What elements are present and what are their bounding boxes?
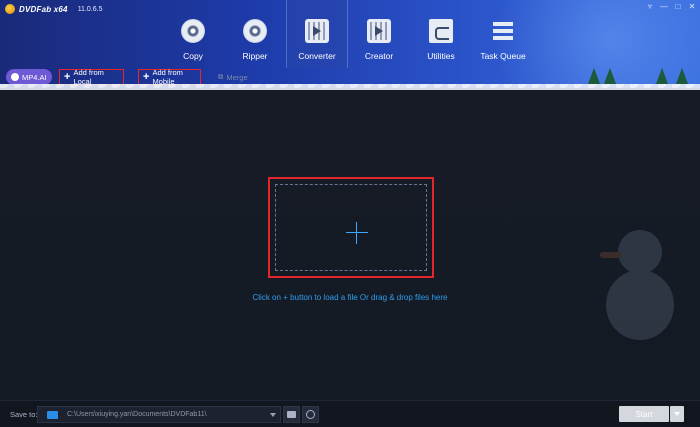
- drop-zone-inner: [275, 184, 427, 271]
- minimize-icon[interactable]: —: [660, 2, 668, 12]
- file-drop-zone[interactable]: [268, 177, 434, 278]
- converter-workspace: Click on + button to load a file Or drag…: [0, 90, 700, 400]
- film-converter-icon: [305, 19, 329, 43]
- dropdown-menu-icon[interactable]: ▿: [646, 2, 654, 12]
- nav-copy[interactable]: Copy: [162, 0, 224, 68]
- add-from-local-button[interactable]: + Add from Local: [59, 68, 124, 86]
- app-logo: DVDFab x64 11.0.6.5: [5, 4, 102, 14]
- merge-icon: ⧉: [218, 72, 224, 81]
- nav-creator[interactable]: Creator: [348, 0, 410, 68]
- main-nav: Copy Ripper Converter Creator Utilities …: [162, 0, 534, 68]
- maximize-icon[interactable]: □: [674, 2, 682, 12]
- nav-utilities-label: Utilities: [427, 51, 455, 61]
- app-version: 11.0.6.5: [77, 5, 103, 13]
- merge-button[interactable]: ⧉ Merge: [214, 69, 252, 85]
- dvdfab-window: DVDFab x64 11.0.6.5 ▿ — □ ✕ Copy Ripper …: [0, 0, 700, 427]
- add-from-mobile-button[interactable]: + Add from Mobile: [138, 68, 201, 86]
- footer-bar: Save to: C:\Users\xiuying.yan\Documents\…: [0, 400, 700, 427]
- add-file-plus-icon[interactable]: [346, 222, 368, 244]
- nav-ripper[interactable]: Ripper: [224, 0, 286, 68]
- folder-icon: [47, 410, 58, 419]
- disc-copy-icon: [181, 19, 205, 43]
- app-name: DVDFab x64: [19, 4, 68, 14]
- save-to-label: Save to:: [10, 410, 38, 419]
- close-icon[interactable]: ✕: [688, 2, 696, 12]
- nav-converter[interactable]: Converter: [286, 0, 348, 68]
- chevron-down-icon[interactable]: [270, 413, 276, 417]
- dvdfab-logo-icon: [5, 4, 15, 14]
- nav-copy-label: Copy: [183, 51, 203, 61]
- nav-converter-label: Converter: [298, 51, 336, 61]
- output-path-select[interactable]: C:\Users\xiuying.yan\Documents\DVDFab11\: [37, 406, 281, 423]
- nav-ripper-label: Ripper: [242, 51, 268, 61]
- snowman-nose: [600, 252, 622, 258]
- header-bar: DVDFab x64 11.0.6.5 ▿ — □ ✕ Copy Ripper …: [0, 0, 700, 88]
- window-controls: ▿ — □ ✕: [646, 2, 696, 12]
- browse-folder-icon[interactable]: [283, 406, 300, 423]
- utilities-icon: [429, 19, 453, 43]
- mp4ai-label: MP4.AI: [22, 72, 47, 82]
- snowman-watermark: [600, 230, 680, 400]
- plus-icon: +: [64, 71, 71, 83]
- nav-task-queue[interactable]: Task Queue: [472, 0, 534, 68]
- nav-creator-label: Creator: [364, 51, 394, 61]
- nav-task-queue-label: Task Queue: [480, 51, 526, 61]
- film-creator-icon: [367, 19, 391, 43]
- task-queue-icon: [491, 19, 515, 43]
- mp4ai-icon: [11, 73, 19, 81]
- mp4ai-button[interactable]: MP4.AI: [6, 69, 52, 85]
- plus-icon: +: [143, 71, 150, 83]
- drop-hint-text: Click on + button to load a file Or drag…: [252, 293, 448, 302]
- snowman-head: [618, 230, 662, 274]
- disc-ripper-icon: [243, 19, 267, 43]
- nav-utilities[interactable]: Utilities: [410, 0, 472, 68]
- start-button[interactable]: Start: [619, 406, 669, 422]
- merge-label: Merge: [226, 72, 248, 82]
- start-options-dropdown[interactable]: [670, 406, 684, 422]
- globe-icon[interactable]: [302, 406, 319, 423]
- output-path-value: C:\Users\xiuying.yan\Documents\DVDFab11\: [67, 411, 207, 418]
- snowman-body: [606, 270, 674, 340]
